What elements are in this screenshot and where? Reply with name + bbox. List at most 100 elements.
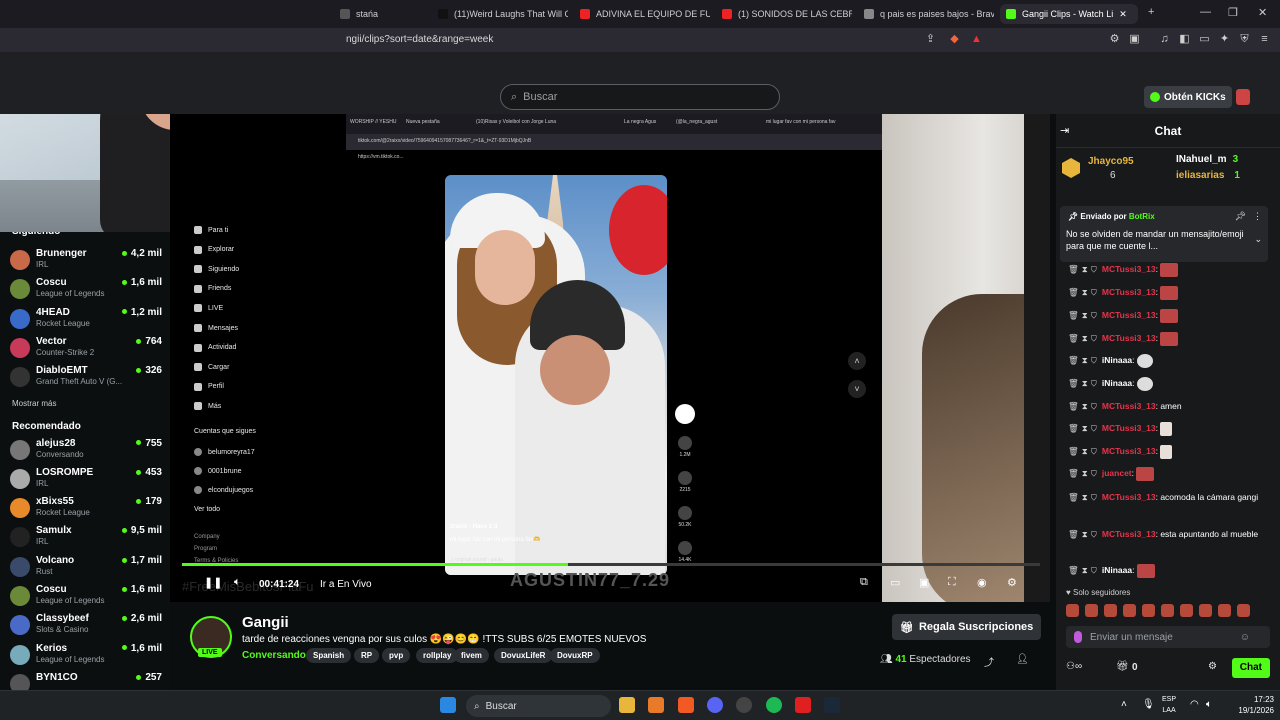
pause-icon[interactable]: ❚❚ [204, 576, 222, 589]
sidebar-channel[interactable]: Vector Counter-Strike 2 764 [10, 336, 162, 362]
sidebar-channel[interactable]: Volcano Rust 1,7 mil [10, 555, 162, 581]
taskbar-search[interactable]: ⌕ Buscar [466, 695, 611, 717]
stream-tag[interactable]: DovuxLifeR [494, 648, 553, 663]
more-icon[interactable]: ⋮ [1253, 211, 1262, 222]
cast-icon[interactable]: ◉ [977, 576, 987, 589]
menu-icon[interactable]: ≡ [1258, 33, 1271, 46]
extensions-icon[interactable]: ⚙ [1108, 33, 1121, 46]
chat-username[interactable]: juancet [1102, 468, 1132, 478]
chat-username[interactable]: MCTussi3_13 [1102, 310, 1156, 320]
chat-username[interactable]: MCTussi3_13 [1102, 446, 1156, 456]
user-avatar[interactable] [1236, 89, 1250, 105]
get-kicks-button[interactable]: Obtén KICKs [1144, 86, 1232, 108]
brave-icon[interactable] [678, 697, 694, 713]
browser-tab[interactable]: q pais es paises bajos - Brave S [864, 4, 994, 24]
miniplayer-icon[interactable]: ▣ [919, 576, 929, 589]
file-explorer-icon[interactable] [619, 697, 635, 713]
sidebar-channel[interactable]: BYN1CO 257 [10, 672, 162, 690]
gift-icon[interactable]: 🎁︎ [1116, 661, 1129, 672]
chat-username[interactable]: iNinaaa [1102, 355, 1132, 365]
sidebar-channel[interactable]: DiabloEMT Grand Theft Auto V (G... 326 [10, 365, 162, 391]
leo-icon[interactable]: ✦ [1218, 33, 1231, 46]
top-gifter[interactable]: INahuel_m 3 [1176, 154, 1238, 165]
chat-username[interactable]: MCTussi3_13 [1102, 333, 1156, 343]
media-icon[interactable]: ♫ [1158, 33, 1171, 46]
mic-icon[interactable]: 🎙︎ [1142, 699, 1155, 710]
browser-tab[interactable]: (11)Weird Laughs That Will Ge [438, 4, 568, 24]
chat-username[interactable]: MCTussi3_13 [1102, 264, 1156, 274]
top-gifter[interactable]: Jhayco95 [1088, 156, 1134, 167]
volume-icon[interactable]: 🔈︎ [234, 576, 241, 589]
go-live-button[interactable]: Ir a En Vivo [320, 579, 372, 590]
chevron-up-icon[interactable]: ˄ [1121, 699, 1127, 710]
emoji-icon[interactable]: ☺ [1240, 632, 1250, 643]
fullscreen-icon[interactable]: ⛶ [948, 576, 956, 589]
pinned-message[interactable]: 📌︎ Enviado por BotRix 📌︎ ⋮ No se olviden… [1060, 206, 1268, 262]
new-tab-button[interactable]: + [1148, 6, 1154, 18]
browser-tab[interactable]: ADIVINA EL EQUIPO DE FUTBO [580, 4, 710, 24]
chat-settings-icon[interactable]: ⚙ [1208, 661, 1217, 672]
quick-emotes[interactable] [1066, 604, 1256, 618]
search-input[interactable]: ⌕ Buscar [500, 84, 780, 110]
rewards-icon[interactable]: ▲ [970, 33, 983, 46]
close-tab-icon[interactable]: ✕ [1119, 9, 1127, 20]
browser-tab[interactable]: (1) SONIDOS DE LAS CEBRAS [722, 4, 852, 24]
brave-shield-icon[interactable]: ◆ [948, 33, 961, 46]
windows-start-icon[interactable] [440, 697, 456, 713]
close-window-icon[interactable]: ✕ [1258, 6, 1267, 19]
obs-icon[interactable] [736, 697, 752, 713]
mic-icon[interactable] [1074, 631, 1082, 643]
share-icon[interactable]: ⇪ [924, 33, 937, 46]
unpin-icon[interactable]: 📌︎ [1235, 211, 1246, 222]
stream-tag[interactable]: fivem [454, 648, 489, 663]
sidebar-icon[interactable]: ◧ [1178, 33, 1191, 46]
minimize-icon[interactable]: — [1200, 6, 1211, 18]
settings-icon[interactable]: ⚙ [1007, 576, 1017, 589]
chat-username[interactable]: iNinaaa [1102, 378, 1132, 388]
chevron-down-icon[interactable]: ˅ [848, 380, 866, 398]
screenshot-icon[interactable]: ▣ [1128, 33, 1141, 46]
wallet-icon[interactable]: ▭ [1198, 33, 1211, 46]
clip-icon[interactable]: ⧉ [860, 576, 868, 589]
stream-tag[interactable]: DovuxRP [550, 648, 600, 663]
top-gifter[interactable]: ieliasarias 1 [1176, 170, 1240, 181]
steam-icon[interactable] [824, 697, 840, 713]
sidebar-channel[interactable]: Kerios League of Legends 1,6 mil [10, 643, 162, 669]
video-progress-bar[interactable] [182, 563, 1040, 566]
stream-tag[interactable]: rollplay [416, 648, 459, 663]
chat-input[interactable]: Enviar un mensaje ☺ [1066, 626, 1270, 648]
stream-tag[interactable]: Spanish [306, 648, 352, 663]
chat-username[interactable]: MCTussi3_13 [1102, 423, 1156, 433]
show-more-link[interactable]: Mostrar más [12, 399, 56, 408]
share-icon[interactable]: ⤴ [984, 654, 994, 669]
wifi-icon[interactable]: ◠ [1190, 699, 1199, 710]
kick-points-icon[interactable]: ⚇∞ [1066, 661, 1082, 672]
app-icon[interactable] [648, 697, 664, 713]
video-player[interactable]: WORSHIP // YESHU Nueva pestaña (10)Risas y… [170, 114, 1050, 602]
browser-tab[interactable]: Gangii Clips - Watch Li ✕ [1000, 4, 1138, 24]
gift-subs-button[interactable]: 🎁︎ Regala Suscripciones [892, 614, 1042, 640]
language-indicator[interactable]: ESP LAA [1162, 694, 1176, 716]
discord-icon[interactable] [707, 697, 723, 713]
sidebar-channel[interactable]: Coscu League of Legends 1,6 mil [10, 277, 162, 303]
sidebar-channel[interactable]: Brunenger IRL 4,2 mil [10, 248, 162, 274]
chat-username[interactable]: MCTussi3_13 [1102, 401, 1156, 411]
clock[interactable]: 17:23 19/1/2026 [1222, 694, 1274, 716]
speaker-icon[interactable]: 🔈︎ [1206, 699, 1212, 710]
sidebar-channel[interactable]: Classybeef Slots & Casino 2,6 mil [10, 613, 162, 639]
sidebar-channel[interactable]: alejus28 Conversando 755 [10, 438, 162, 464]
chat-username[interactable]: MCTussi3_13 [1102, 492, 1156, 502]
chat-username[interactable]: iNinaaa [1102, 565, 1132, 575]
sidebar-channel[interactable]: LOSROMPE IRL 453 [10, 467, 162, 493]
theater-icon[interactable]: ▭ [890, 576, 900, 589]
sidebar-channel[interactable]: Coscu League of Legends 1,6 mil [10, 584, 162, 610]
follow-icon[interactable]: 👤︎ [1016, 654, 1029, 665]
chat-username[interactable]: MCTussi3_13 [1102, 287, 1156, 297]
browser-tab[interactable]: stańa [340, 4, 420, 24]
chevron-down-icon[interactable]: ⌄ [1254, 234, 1262, 245]
sidebar-channel[interactable]: Samulx IRL 9,5 mil [10, 525, 162, 551]
stream-category[interactable]: Conversando [242, 650, 306, 661]
restore-icon[interactable]: ❐ [1228, 6, 1238, 19]
stream-tag[interactable]: RP [354, 648, 380, 663]
stream-tag[interactable]: pvp [382, 648, 411, 663]
